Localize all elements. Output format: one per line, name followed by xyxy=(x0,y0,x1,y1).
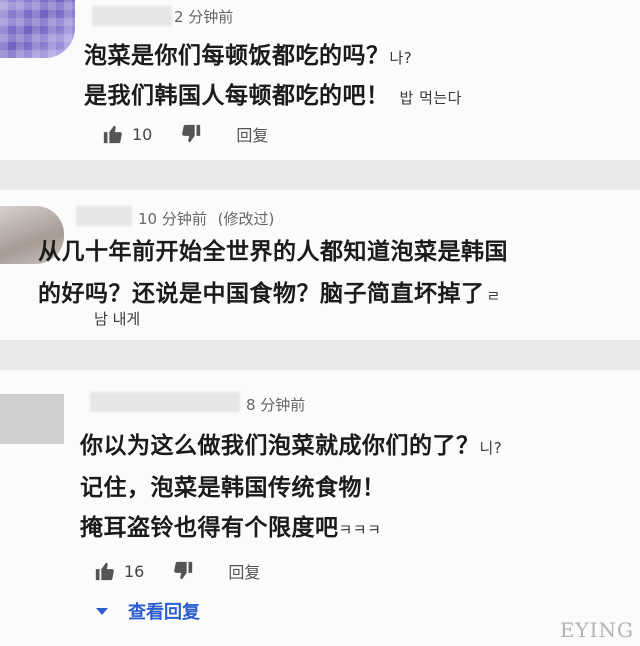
korean-overlay: 남 내게 xyxy=(94,310,141,328)
reply-button[interactable]: 回复 xyxy=(228,559,260,583)
username-redacted xyxy=(92,6,172,26)
thumbs-down-icon[interactable] xyxy=(172,560,194,582)
korean-overlay: 나? xyxy=(389,49,413,67)
username-redacted xyxy=(76,206,132,226)
comment-text-line: 泡菜是你们每顿饭都吃的吗？ xyxy=(84,43,390,69)
avatar[interactable] xyxy=(0,394,64,444)
korean-overlay: ㄹ xyxy=(486,287,501,305)
like-count: 16 xyxy=(124,561,145,581)
comment-text-line: 记住，泡菜是韩国传统食物！ xyxy=(80,475,386,501)
comment-text-line: 是我们韩国人每顿都吃的吧！ xyxy=(84,83,390,109)
comment-timestamp: 8 分钟前 xyxy=(246,396,306,414)
caret-down-icon xyxy=(96,607,108,615)
korean-overlay: 밥 먹는다 xyxy=(399,89,462,107)
username-redacted xyxy=(90,392,240,412)
comment-text-line: 掩耳盗铃也得有个限度吧 xyxy=(80,515,339,541)
watermark: EYING xyxy=(559,618,634,642)
like-count: 10 xyxy=(132,124,153,144)
korean-overlay: 니? xyxy=(479,439,503,457)
comment-text-line: 你以为这么做我们泡菜就成你们的了？ xyxy=(80,433,480,459)
thumbs-down-icon[interactable] xyxy=(180,123,202,145)
view-replies-label: 查看回复 xyxy=(128,602,200,623)
comment-card: 2 分钟前 泡菜是你们每顿饭都吃的吗？나? 是我们韩国人每顿都吃的吧！ 밥 먹는다… xyxy=(0,0,640,160)
comment-timestamp: 2 分钟前 xyxy=(174,8,234,26)
comment-text-line: 从几十年前开始全世界的人都知道泡菜是韩国 xyxy=(38,239,508,265)
avatar[interactable] xyxy=(0,0,75,58)
view-replies-button[interactable]: 查看回复 xyxy=(96,598,200,624)
reply-button[interactable]: 回复 xyxy=(236,122,268,146)
thumbs-up-icon[interactable] xyxy=(94,560,116,582)
korean-overlay: ㅋㅋㅋ xyxy=(338,521,382,539)
comment-actions: 10 回复 xyxy=(102,121,268,147)
comment-text-line: 的好吗？还说是中国食物？脑子简直坏掉了 xyxy=(38,281,485,307)
comment-card: 8 分钟前 你以为这么做我们泡菜就成你们的了？니? 记住，泡菜是韩国传统食物！ … xyxy=(0,370,640,646)
comment-timestamp: 10 分钟前 xyxy=(138,210,207,228)
thumbs-up-icon[interactable] xyxy=(102,123,124,145)
comment-actions: 16 回复 xyxy=(94,558,260,584)
comment-card: 10 分钟前 (修改过) 从几十年前开始全世界的人都知道泡菜是韩国 的好吗？还说… xyxy=(0,190,640,340)
edited-label: (修改过) xyxy=(217,210,275,228)
